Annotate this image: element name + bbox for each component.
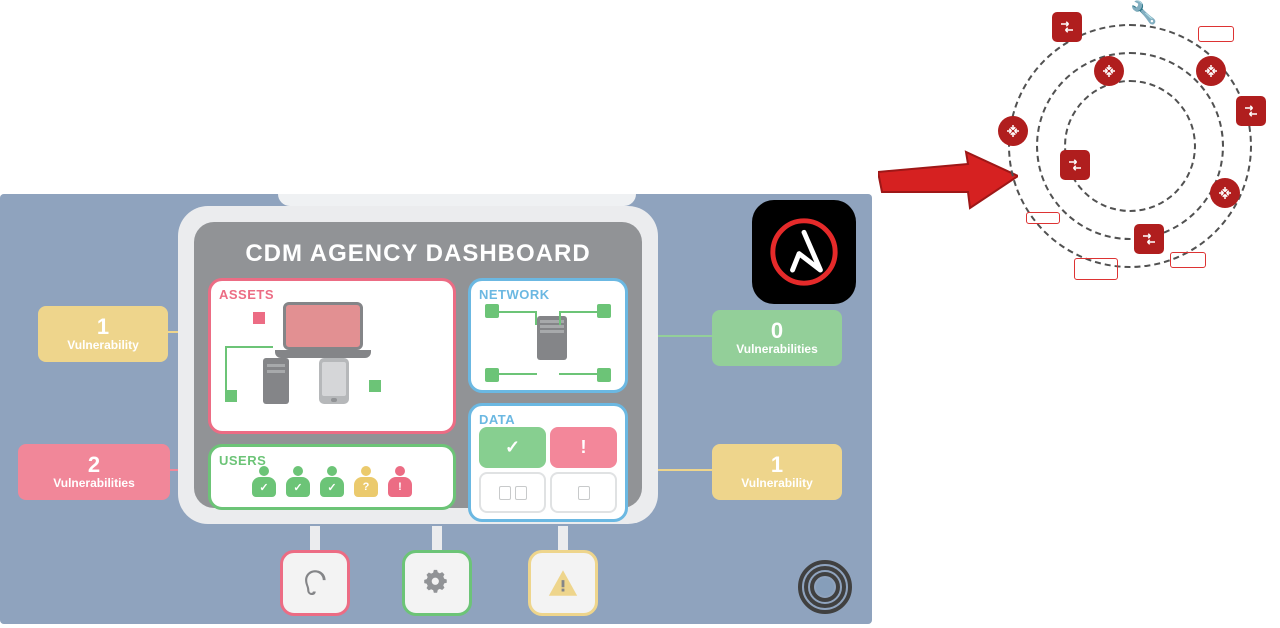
switch-node-icon [1236,96,1266,126]
hub-node-icon [1094,56,1124,86]
network-label: NETWORK [479,287,617,302]
risk-gauge-icon [798,560,852,614]
status-dot-ok [225,390,237,402]
ear-icon [298,566,332,600]
wrench-icon: 🔧 [1130,0,1157,26]
user-ok-icon: ✓ [318,466,346,498]
assets-label: ASSETS [219,287,445,302]
data-docs-icon [550,472,617,513]
vuln-badge-assets: 1 Vulnerability [38,306,168,362]
data-docs-icon [479,472,546,513]
vuln-label: Vulnerability [712,476,842,490]
rack-outline-icon [1198,26,1234,42]
router-node-icon [998,116,1028,146]
status-dot-alert [253,312,265,324]
status-dot-ok [369,380,381,392]
warning-icon-box [528,550,598,616]
user-alert-icon: ! [386,466,414,498]
network-ring-diagram: 🔧 [990,6,1270,286]
data-label: DATA [479,412,617,427]
vuln-count: 0 [712,320,842,342]
orbit-inner [1064,80,1196,212]
audio-icon-box [280,550,350,616]
settings-icon-box [402,550,472,616]
router-node-icon [1196,56,1226,86]
data-status-alert: ! [550,427,617,468]
switch-node-icon [1060,150,1090,180]
rack-outline-icon [1170,252,1206,268]
dashboard-panel: CDM AGENCY DASHBOARD ASSETS [178,206,658,524]
dashboard-panel-inner: CDM AGENCY DASHBOARD ASSETS [194,222,642,508]
network-node-icon [485,304,499,318]
vuln-count: 1 [38,316,168,338]
network-card: NETWORK [468,278,628,393]
gears-icon [420,566,454,600]
desktop-tower-icon [263,358,289,404]
switch-node-icon [1052,12,1082,42]
vuln-badge-data: 1 Vulnerability [712,444,842,500]
data-card: DATA ✓ ! [468,403,628,522]
router-node-icon [1210,178,1240,208]
data-status-ok: ✓ [479,427,546,468]
dashboard-title: CDM AGENCY DASHBOARD [208,240,628,268]
window-top-bar [278,194,636,206]
ansible-icon [763,211,845,293]
vuln-label: Vulnerabilities [18,476,170,490]
vuln-count: 1 [712,454,842,476]
switch-node-icon [1134,224,1164,254]
network-node-icon [485,368,499,382]
blade-outline-icon [1026,212,1060,224]
network-node-icon [597,368,611,382]
vuln-label: Vulnerabilities [712,342,842,356]
users-card: USERS ✓ ✓ ✓ ? ! [208,444,456,510]
vuln-badge-network: 0 Vulnerabilities [712,310,842,366]
warning-icon [546,566,580,600]
assets-card: ASSETS [208,278,456,434]
vuln-badge-users: 2 Vulnerabilities [18,444,170,500]
phone-icon [319,358,349,404]
user-ok-icon: ✓ [284,466,312,498]
user-warn-icon: ? [352,466,380,498]
user-ok-icon: ✓ [250,466,278,498]
server-outline-icon [1074,258,1118,280]
ansible-logo [752,200,856,304]
vuln-label: Vulnerability [38,338,168,352]
network-node-icon [597,304,611,318]
server-icon [537,316,567,360]
cdm-dashboard-screenshot: 1 Vulnerability 2 Vulnerabilities 0 Vuln… [0,194,872,624]
vuln-count: 2 [18,454,170,476]
laptop-icon [275,302,371,362]
